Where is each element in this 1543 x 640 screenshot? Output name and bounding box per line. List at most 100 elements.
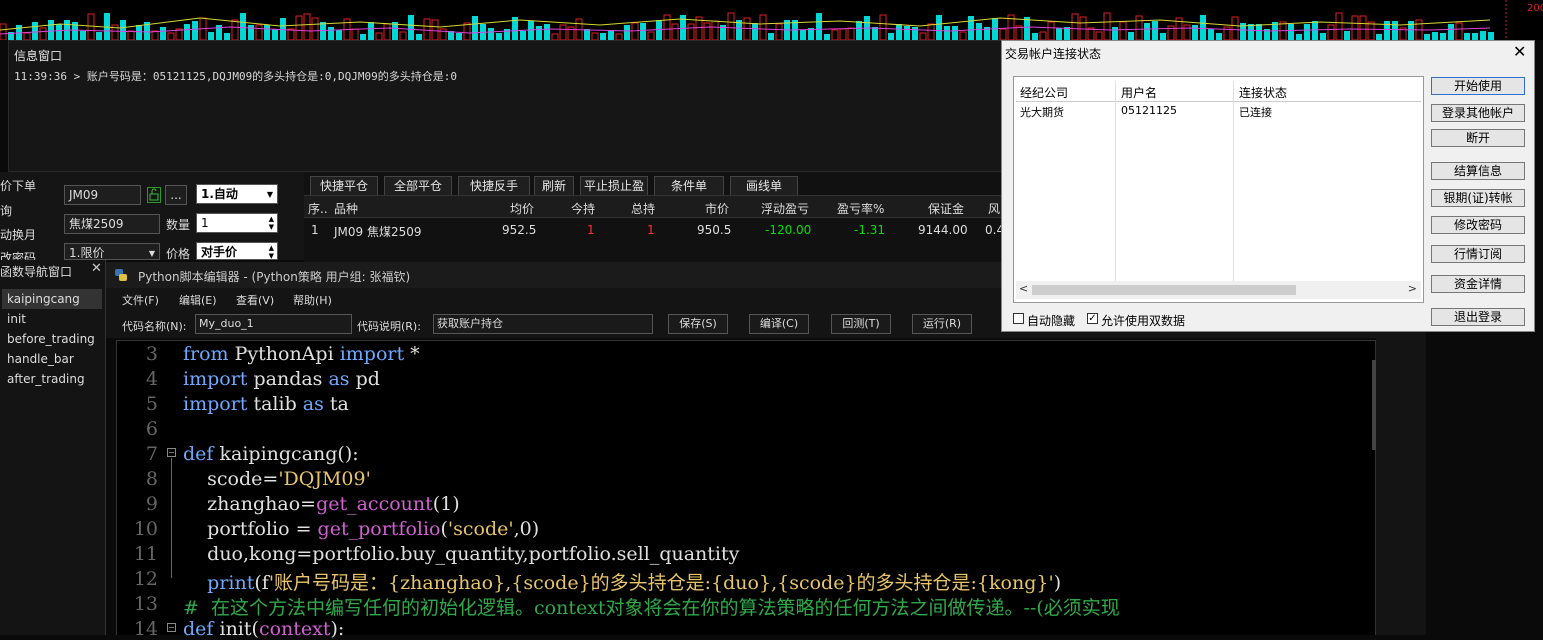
dialog-status-value[interactable]: 已连接 (1239, 104, 1272, 120)
price-value-stepper[interactable]: 对手价 ▲ ▼ (196, 242, 278, 260)
contract-name-field[interactable]: 焦煤2509 (64, 214, 160, 234)
menu-edit[interactable]: 编辑(E) (179, 292, 217, 308)
bank-transfer-button[interactable]: 银期(证)转帐 (1431, 189, 1525, 207)
refresh-button[interactable]: 刷新 (534, 176, 574, 196)
price-type-select[interactable]: 1.限价 ▼ (64, 243, 160, 260)
close-icon[interactable]: ✕ (91, 261, 102, 276)
lock-icon[interactable] (147, 187, 161, 203)
more-button[interactable]: ... (165, 185, 187, 205)
conditional-order-button[interactable]: 条件单 (654, 176, 724, 196)
menu-help[interactable]: 帮助(H) (293, 292, 332, 308)
menu-file[interactable]: 文件(F) (122, 292, 159, 308)
disconnect-button[interactable]: 断开 (1431, 129, 1525, 147)
dialog-col-status[interactable]: 连接状态 (1239, 84, 1287, 101)
code-token: PythonApi (228, 343, 340, 365)
stop-loss-button[interactable]: 平止损止盈 (580, 176, 648, 196)
line-number: 12 (133, 568, 158, 590)
line-order-button[interactable]: 画线单 (730, 176, 798, 196)
volume-bar (559, 24, 567, 41)
backtest-button[interactable]: 回测(T) (831, 314, 891, 334)
scrollbar-thumb[interactable] (1032, 285, 1296, 295)
volume-bar (671, 23, 679, 41)
qty-stepper[interactable]: 1 ▲ ▼ (196, 213, 278, 233)
volume-bar (472, 16, 478, 40)
dialog-title: 交易帐户连接状态 (1005, 47, 1102, 61)
save-button[interactable]: 保存(S) (668, 314, 728, 334)
close-icon[interactable]: ✕ (1513, 42, 1526, 61)
volume-bar (800, 30, 806, 40)
line-number: 9 (145, 493, 158, 515)
fold-toggle-icon[interactable]: − (167, 623, 176, 632)
contract-code-input[interactable]: JM09 (64, 185, 141, 205)
code-desc-label: 代码说明(R): (357, 320, 421, 333)
volume-bar (1192, 25, 1198, 40)
allow-dual-checkbox[interactable]: ✓ (1087, 313, 1098, 324)
pos-market-price: 950.5 (697, 223, 732, 237)
code-desc-input[interactable]: 获取账户持仓 (433, 314, 653, 334)
volume-bar (127, 30, 135, 41)
editor-scrollbar[interactable] (1372, 360, 1376, 450)
change-password-button[interactable]: 修改密码 (1431, 216, 1525, 234)
compile-button[interactable]: 编译(C) (749, 314, 809, 334)
volume-bar (1039, 31, 1047, 41)
fund-details-button[interactable]: 资金详情 (1431, 275, 1525, 293)
code-line: def init(context): (183, 618, 344, 640)
nav-item-before-trading[interactable]: before_trading (2, 329, 102, 349)
volume-bar (456, 33, 462, 40)
nav-item-kaipingcang[interactable]: kaipingcang (2, 289, 102, 309)
stepper-arrows-icon[interactable]: ▲ ▼ (269, 244, 274, 259)
volume-bar (463, 22, 471, 41)
col-pnl-rate[interactable]: 盈亏率% (837, 200, 884, 217)
nav-item-init[interactable]: init (2, 309, 102, 329)
col-risk[interactable]: 风 (988, 200, 1000, 217)
col-avg-price[interactable]: 均价 (510, 200, 534, 217)
col-floating-pnl[interactable]: 浮动盈亏 (761, 200, 809, 217)
quick-reverse-button[interactable]: 快捷反手 (458, 176, 530, 196)
start-using-button[interactable]: 开始使用 (1431, 77, 1525, 95)
line-number: 7 (145, 443, 158, 465)
dialog-username-value[interactable]: 05121125 (1121, 104, 1177, 117)
code-name-input[interactable]: My_duo_1 (195, 314, 352, 334)
volume-bar (608, 30, 614, 40)
logout-button[interactable]: 退出登录 (1431, 308, 1525, 326)
volume-bar (647, 31, 655, 41)
volume-bar (999, 28, 1007, 41)
dialog-col-broker[interactable]: 经纪公司 (1020, 84, 1068, 101)
fold-toggle-icon[interactable]: − (167, 448, 176, 457)
col-today[interactable]: 今持 (571, 200, 595, 217)
stepper-arrows-icon[interactable]: ▲ ▼ (269, 215, 274, 231)
volume-bar (944, 26, 950, 40)
quick-close-button[interactable]: 快捷平仓 (310, 176, 378, 196)
chevron-right-icon[interactable]: > (1408, 282, 1417, 295)
settlement-info-button[interactable]: 结算信息 (1431, 162, 1525, 180)
volume-bar (872, 27, 878, 40)
col-margin[interactable]: 保证金 (928, 200, 964, 217)
nav-item-after-trading[interactable]: after_trading (2, 369, 102, 389)
market-subscription-button[interactable]: 行情订阅 (1431, 245, 1525, 263)
code-token: get_account (316, 493, 433, 515)
volume-bar (927, 23, 935, 41)
volume-bar (936, 15, 942, 40)
login-other-account-button[interactable]: 登录其他帐户 (1431, 104, 1525, 122)
col-market-price[interactable]: 市价 (705, 200, 729, 217)
dialog-broker-value[interactable]: 光大期货 (1020, 104, 1064, 120)
col-index[interactable]: 序.. (308, 200, 328, 217)
col-total[interactable]: 总持 (631, 200, 655, 217)
chevron-left-icon[interactable]: < (1019, 282, 1028, 295)
horizontal-scrollbar[interactable]: < > (1016, 281, 1421, 299)
pos-symbol: JM09 焦煤2509 (334, 225, 422, 239)
menu-view[interactable]: 查看(V) (236, 292, 274, 308)
account-list[interactable]: < > (1013, 76, 1424, 303)
volume-bar (431, 19, 439, 41)
volume-bar (536, 26, 542, 40)
mode-select[interactable]: 1.自动 ▼ (196, 184, 278, 204)
close-all-button[interactable]: 全部平仓 (384, 176, 452, 196)
col-symbol[interactable]: 品种 (334, 200, 358, 217)
volume-bar (631, 22, 639, 41)
nav-item-handle-bar[interactable]: handle_bar (2, 349, 102, 369)
volume-bar (1448, 24, 1454, 40)
auto-hide-checkbox[interactable] (1013, 313, 1024, 324)
run-button[interactable]: 运行(R) (912, 314, 972, 334)
dialog-col-username[interactable]: 用户名 (1121, 84, 1157, 101)
